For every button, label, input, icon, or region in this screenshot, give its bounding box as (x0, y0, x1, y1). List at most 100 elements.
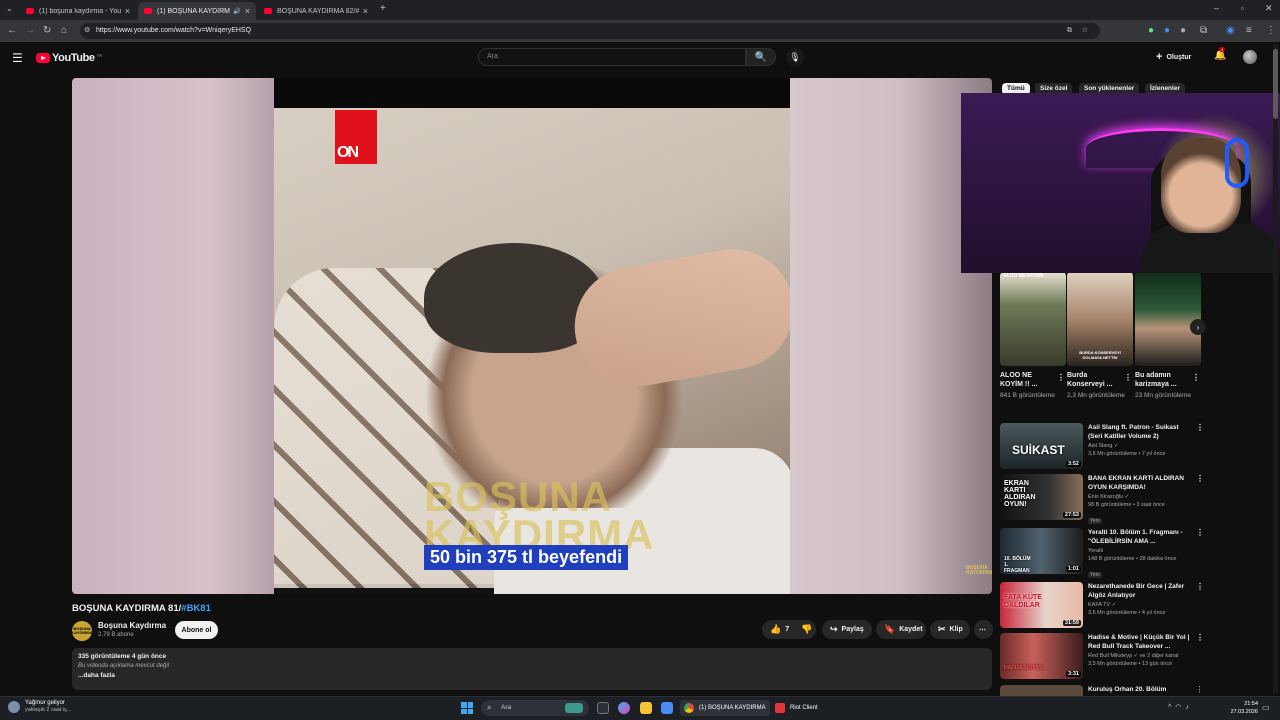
recommendation-title[interactable]: BANA EKRAN KARTI ALDIRAN OYUN KARŞIMDA! (1088, 474, 1192, 492)
shelf-thumbnail[interactable] (1135, 272, 1201, 366)
browser-tab-3[interactable]: BOŞUNA KAYDIRMA 82/#BKS... × (258, 2, 374, 20)
recommendation-thumbnail[interactable]: FATA KÜTE DALDILAR 31:59 (1000, 582, 1083, 628)
shelf-card[interactable]: ALOO NE KOYİM ALOO NE KOYİM !! ... 841 B… (1000, 272, 1066, 400)
install-app-icon[interactable]: ⧉ (1067, 23, 1072, 39)
search-input[interactable]: Ara (478, 48, 746, 66)
shelf-title[interactable]: Bu adamın karizmaya ... (1135, 371, 1187, 389)
copilot-icon[interactable] (618, 702, 630, 714)
recommendation-thumbnail[interactable] (1000, 685, 1083, 696)
audio-playing-icon[interactable]: 🔊 (233, 8, 240, 15)
recommendation-channel[interactable]: Enis Kirazoğlu ✓ (1088, 493, 1192, 501)
back-icon[interactable]: ← (7, 25, 17, 37)
recommendation-item[interactable]: HADISE MOTIVE 3:31 Hadise & Motive | Küç… (1000, 633, 1204, 681)
taskbar-search[interactable]: ⌕ Ara (481, 700, 589, 716)
profile-icon[interactable]: ◉ (1226, 25, 1235, 37)
taskbar-chrome-app[interactable]: (1) BOŞUNA KAYDIRMA (680, 700, 770, 716)
site-info-icon[interactable]: ⚙ (84, 23, 90, 39)
speaker-icon[interactable]: ♪ (1185, 704, 1193, 711)
notification-center-icon[interactable]: ▭ (1262, 703, 1270, 712)
recommendation-thumbnail[interactable]: 10. BÖLÜM 1. FRAGMAN 1:01 (1000, 528, 1083, 574)
youtube-logo[interactable]: YouTube TR (36, 52, 102, 64)
recommendation-item[interactable]: 10. BÖLÜM 1. FRAGMAN 1:01 Yeralti 10. Bö… (1000, 528, 1204, 578)
new-tab-button[interactable]: + (380, 3, 386, 14)
shelf-card[interactable]: BURDA KONSERVEYİ DOLMAYA NETTİN Burda Ko… (1067, 272, 1133, 400)
thumbs-up-icon[interactable]: 👍 (770, 624, 781, 635)
more-actions-button[interactable]: ⋯ (974, 620, 993, 639)
address-bar[interactable]: ⚙ https://www.youtube.com/watch?v=Wniqer… (80, 23, 1100, 39)
description-box[interactable]: 335 görüntüleme 4 gün önce Bu videoda aç… (72, 648, 992, 690)
more-vertical-icon[interactable]: ⋮ (1196, 423, 1204, 432)
shelf-title[interactable]: ALOO NE KOYİM !! ... (1000, 371, 1052, 389)
browser-tab-2[interactable]: (1) BOŞUNA KAYDIRMA 81 🔊 × (138, 2, 256, 20)
hamburger-menu-icon[interactable]: ☰ (12, 51, 23, 65)
shelf-card[interactable]: Bu adamın karizmaya ... 23 Mn görüntülem… (1135, 272, 1201, 400)
video-player[interactable]: ON BOŞUNA KAYDIRMA 50 bin 375 tl beyefen… (72, 78, 992, 594)
shelf-thumbnail[interactable]: ALOO NE KOYİM (1000, 272, 1066, 366)
restore-icon[interactable]: ▫ (1241, 4, 1244, 13)
channel-avatar[interactable]: BOŞUNA KAYDIRMA (71, 621, 93, 641)
recommendation-title[interactable]: Hadise & Motive | Küçük Bir Yol | Red Bu… (1088, 633, 1192, 651)
chrome-menu-icon[interactable]: ⋮ (1266, 25, 1276, 37)
clip-button[interactable]: ✂ Klip (930, 620, 970, 639)
minimize-icon[interactable]: – (1214, 3, 1219, 13)
recommendation-channel[interactable]: KAFA TV ✓ (1088, 601, 1192, 609)
taskbar-clock[interactable]: 21:54 27.03.2026 (1226, 700, 1258, 716)
more-vertical-icon[interactable]: ⋮ (1196, 528, 1204, 537)
file-explorer-icon[interactable] (640, 702, 652, 714)
page-scrollbar[interactable] (1273, 44, 1278, 694)
more-vertical-icon[interactable]: ⋮ (1196, 582, 1204, 591)
recommendation-channel[interactable]: Asil Slang ✓ (1088, 442, 1192, 450)
hashtag-link[interactable]: #BK81 (181, 603, 211, 614)
save-button[interactable]: 🔖 Kaydet (876, 620, 926, 639)
voice-search-button[interactable]: 🎙 (786, 48, 804, 66)
taskbar-riot-app[interactable]: Riot Client (771, 700, 822, 716)
shelf-next-button[interactable]: › (1190, 319, 1206, 335)
recommendation-channel[interactable]: Red Bull Miksteyp ✓ ve 2 diğer kanal (1088, 652, 1192, 660)
recommendation-thumbnail[interactable]: SUİKAST 3:52 (1000, 423, 1083, 469)
more-vertical-icon[interactable]: ⋮ (1196, 633, 1204, 642)
more-vertical-icon[interactable]: ⋮ (1124, 373, 1132, 382)
forward-icon[interactable]: → (25, 25, 35, 37)
close-window-icon[interactable]: ✕ (1265, 3, 1273, 14)
recommendation-item[interactable]: Kuruluş Orhan 20. Bölüm ⋮ (1000, 685, 1200, 696)
like-count[interactable]: 7 (785, 626, 789, 633)
channel-name-link[interactable]: Boşuna Kaydırma (98, 621, 166, 630)
recommendation-title[interactable]: Kuruluş Orhan 20. Bölüm (1088, 685, 1192, 694)
share-button[interactable]: ↪ Paylaş (822, 620, 872, 639)
recommendation-thumbnail[interactable]: HADISE MOTIVE 3:31 (1000, 633, 1083, 679)
extension-icon[interactable]: ● (1148, 25, 1154, 37)
microsoft-store-icon[interactable] (661, 702, 673, 714)
recommendation-title[interactable]: Nezarethanede Bir Gece | Zafer Algöz Anl… (1088, 582, 1192, 600)
more-vertical-icon[interactable]: ⋮ (1196, 474, 1204, 483)
more-vertical-icon[interactable]: ⋮ (1057, 373, 1065, 382)
recommendation-title[interactable]: Yeralti 10. Bölüm 1. Fragmanı - "ÖLEBİLİ… (1088, 528, 1192, 546)
recommendation-title[interactable]: Asil Slang ft. Patron - Suikast (Seri Ka… (1088, 423, 1192, 441)
recommendation-item[interactable]: SUİKAST 3:52 Asil Slang ft. Patron - Sui… (1000, 423, 1204, 471)
search-button[interactable]: 🔍 (746, 48, 776, 66)
windows-start-icon[interactable] (461, 702, 473, 714)
close-tab-icon[interactable]: × (363, 6, 368, 16)
tab-search-icon[interactable]: ⌄ (6, 4, 13, 13)
shelf-thumbnail[interactable]: BURDA KONSERVEYİ DOLMAYA NETTİN (1067, 272, 1133, 366)
account-avatar[interactable] (1243, 50, 1257, 64)
show-more-link[interactable]: ...daha fazla (78, 672, 986, 679)
recommendation-item[interactable]: EKRAN KARTI ALDIRAN OYUN! 27:53 BANA EKR… (1000, 474, 1204, 524)
home-icon[interactable]: ⌂ (61, 25, 67, 37)
extension-icon[interactable]: ● (1180, 25, 1186, 37)
close-tab-icon[interactable]: × (245, 6, 250, 16)
more-vertical-icon[interactable]: ⋮ (1196, 685, 1200, 694)
system-tray[interactable]: ^◠♪ (1168, 703, 1193, 711)
weather-widget[interactable]: Yağmur geliyor yaklaşık 2 saat iç... (8, 700, 71, 714)
scrollbar-thumb[interactable] (1273, 49, 1278, 119)
wifi-icon[interactable]: ◠ (1175, 704, 1185, 711)
recommendation-item[interactable]: FATA KÜTE DALDILAR 31:59 Nezarethanede B… (1000, 582, 1204, 630)
extensions-puzzle-icon[interactable]: ⧉ (1200, 25, 1207, 37)
browser-tab-1[interactable]: (1) boşuna kaydırma - YouTube × (20, 2, 136, 20)
more-vertical-icon[interactable]: ⋮ (1192, 373, 1200, 382)
close-tab-icon[interactable]: × (125, 6, 130, 16)
task-view-icon[interactable] (597, 702, 609, 714)
reload-icon[interactable]: ↻ (43, 25, 51, 37)
bookmark-star-icon[interactable]: ☆ (1082, 23, 1088, 39)
create-button[interactable]: + Oluştur (1156, 49, 1191, 65)
thumbs-down-icon[interactable]: 👎 (801, 624, 812, 635)
